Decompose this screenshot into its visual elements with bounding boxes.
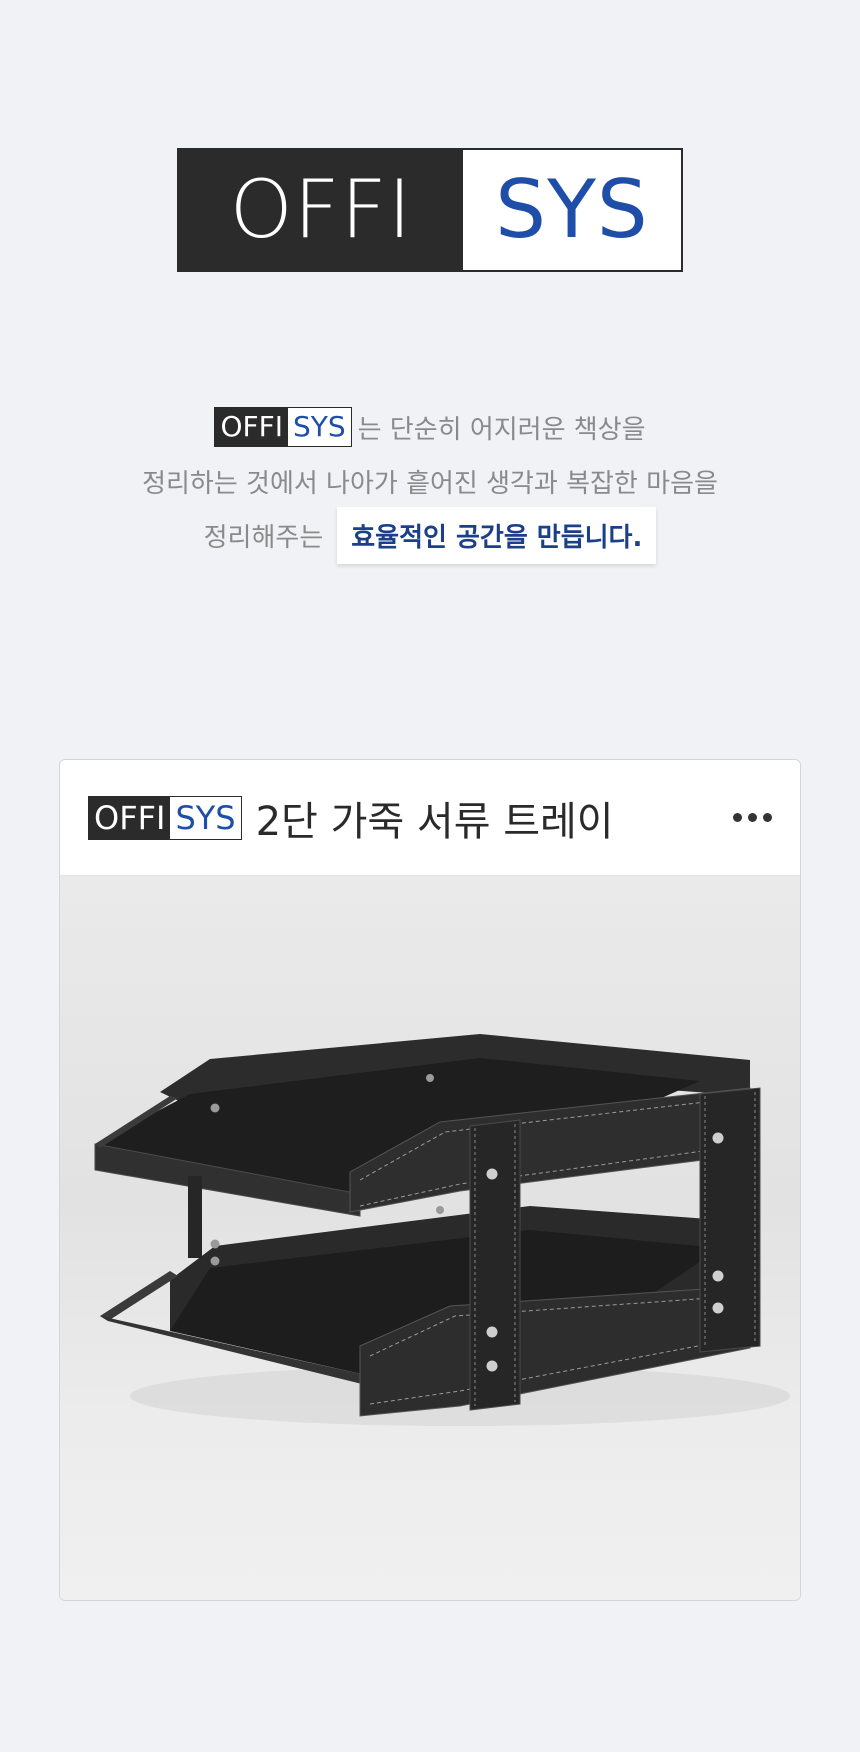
intro-line-2: 정리하는 것에서 나아가 흩어진 생각과 복잡한 마음을 — [0, 454, 860, 508]
product-image — [60, 876, 800, 1600]
intro-text: OFFI SYS 는 단순히 어지러운 책상을 정리하는 것에서 나아가 흩어진… — [0, 400, 860, 564]
card-logo-light: SYS — [175, 798, 236, 837]
card-brand-logo: OFFI SYS — [88, 795, 242, 840]
intro-line-2-text: 정리하는 것에서 나아가 흩어진 생각과 복잡한 마음을 — [142, 468, 718, 499]
card-title: 2단 가죽 서류 트레이 — [255, 798, 614, 845]
inline-brand-logo: OFFI SYS — [214, 407, 352, 447]
intro-line-3-text: 정리해주는 — [203, 522, 324, 553]
intro-line-1-text: 는 단순히 어지러운 책상을 — [357, 414, 646, 445]
inline-logo-light: SYS — [292, 410, 346, 443]
brand-logo-light: SYS — [495, 163, 649, 256]
card-logo-dark: OFFI — [89, 796, 171, 839]
document-tray-illustration — [94, 1034, 790, 1426]
card-header: OFFI SYS 2단 가죽 서류 트레이 — [60, 760, 800, 876]
more-horizontal-icon[interactable] — [733, 803, 772, 832]
intro-line-3: 정리해주는 효율적인 공간을 만듭니다. — [0, 506, 860, 564]
inline-logo-dark: OFFI — [215, 408, 288, 446]
intro-highlight: 효율적인 공간을 만듭니다. — [337, 506, 657, 564]
brand-logo-dark: OFFI — [179, 150, 463, 270]
product-card: OFFI SYS 2단 가죽 서류 트레이 — [59, 759, 801, 1601]
intro-line-1: OFFI SYS 는 단순히 어지러운 책상을 — [0, 400, 860, 454]
brand-logo: OFFI SYS — [177, 148, 683, 272]
